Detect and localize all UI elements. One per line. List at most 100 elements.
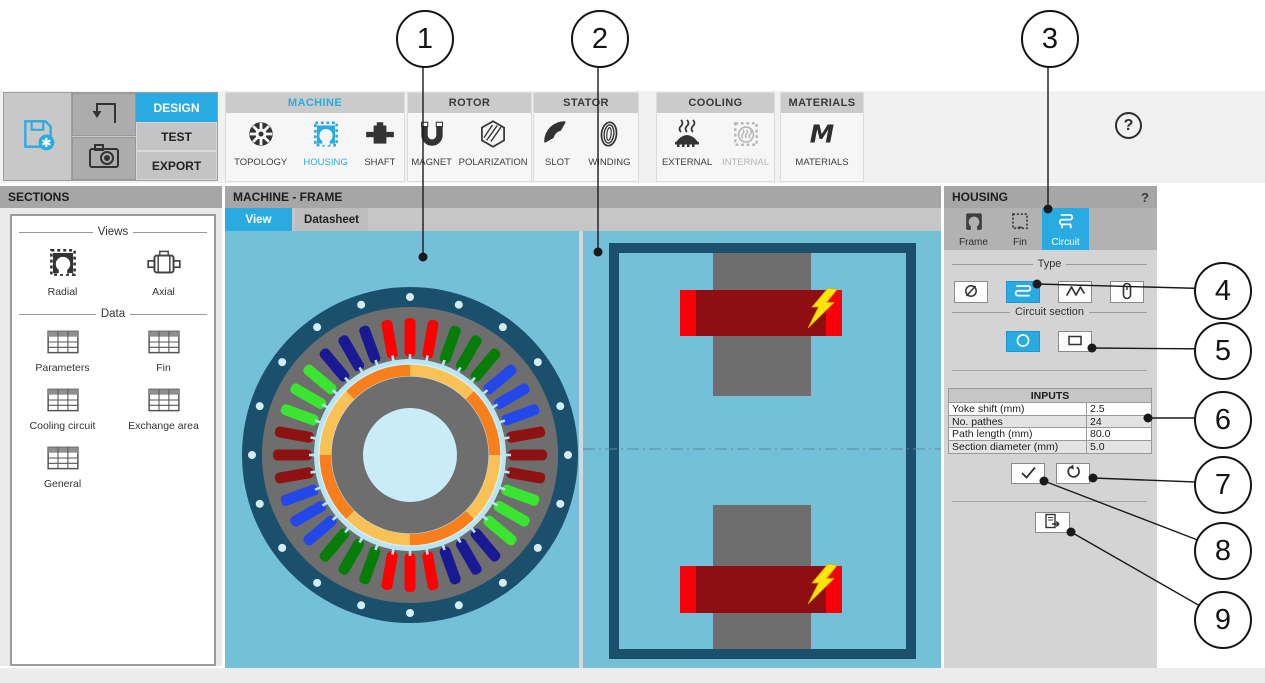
sidebar-item-label: General (43, 478, 82, 490)
ribbon-item-topology[interactable]: TOPOLOGY (234, 118, 287, 168)
table-icon (147, 328, 181, 359)
undo-button[interactable] (72, 93, 136, 136)
no-pathes-value[interactable]: 24 (1086, 416, 1151, 428)
tab-design[interactable]: DESIGN (136, 93, 217, 122)
section-rectangle-button[interactable] (1058, 331, 1092, 352)
sidebar-item-general[interactable]: General (12, 444, 113, 490)
sidebar-item-label: Radial (47, 286, 78, 298)
ribbon-item-external-cooling[interactable]: EXTERNAL (662, 118, 712, 168)
sidebar-item-parameters[interactable]: Parameters (12, 328, 113, 374)
ribbon-item-label: TOPOLOGY (234, 157, 288, 168)
ribbon-item-slot[interactable]: SLOT (541, 118, 573, 168)
tab-label: Frame (959, 236, 988, 248)
ribbon-group-title: MACHINE (226, 93, 404, 113)
apply-button[interactable] (1011, 463, 1045, 484)
section-circle-button[interactable] (1006, 331, 1040, 352)
housing-panel-header: HOUSING ? (944, 186, 1157, 208)
table-row: Path length (mm) 80.0 (948, 428, 1152, 442)
ribbon-group-title: MATERIALS (781, 93, 863, 113)
tab-datasheet[interactable]: Datasheet (295, 208, 368, 231)
ribbon-group-stator: STATOR SLOT WINDING (533, 92, 639, 182)
views-group-header: Views (19, 226, 207, 238)
export-report-button[interactable] (1035, 512, 1070, 533)
row-label: Yoke shift (mm) (952, 402, 1025, 415)
machine-canvas (225, 231, 941, 668)
circuit-type-none-button[interactable] (954, 281, 988, 303)
ribbon-item-magnet[interactable]: MAGNET (411, 118, 452, 168)
topology-icon (245, 118, 277, 155)
tab-circuit[interactable]: Circuit (1042, 208, 1089, 250)
radial-view-icon (45, 246, 81, 283)
rectangle-section-icon (1067, 333, 1083, 351)
inputs-table: INPUTS Yoke shift (mm) 2.5 No. pathes 24… (948, 388, 1152, 454)
housing-title: HOUSING (952, 190, 1009, 204)
external-cooling-icon (671, 118, 703, 155)
section-diameter-value[interactable]: 5.0 (1086, 441, 1151, 453)
radial-view-canvas (225, 231, 579, 668)
row-label: No. pathes (952, 415, 1003, 428)
housing-help-button[interactable]: ? (1141, 190, 1149, 205)
reset-icon (1065, 464, 1082, 483)
table-icon (46, 444, 80, 475)
circuit-section-group-label: Circuit section (952, 306, 1148, 318)
tab-fin[interactable]: Fin (999, 208, 1041, 250)
tab-frame[interactable]: Frame (950, 208, 997, 250)
sidebar-item-label: Axial (152, 286, 175, 298)
callout-1: 1 (396, 10, 454, 68)
shaft-icon (364, 118, 396, 155)
path-length-value[interactable]: 80.0 (1086, 428, 1151, 440)
ribbon-item-materials[interactable]: M MATERIALS (795, 118, 848, 168)
sections-title: SECTIONS (8, 190, 70, 204)
slot-icon (541, 118, 573, 155)
callout-7: 7 (1194, 456, 1252, 514)
callout-4: 4 (1194, 262, 1252, 320)
ribbon-item-shaft[interactable]: SHAFT (364, 118, 396, 168)
ribbon-group-rotor: ROTOR MAGNET POLARIZATION (407, 92, 532, 182)
circuit-type-wave-button[interactable] (1058, 281, 1092, 303)
svg-text:M: M (810, 120, 834, 149)
sidebar-item-fin[interactable]: Fin (113, 328, 214, 374)
circuit-type-serpentine-button[interactable] (1006, 281, 1040, 303)
check-icon (1018, 465, 1038, 483)
camera-icon (87, 141, 121, 176)
sidebar-item-axial[interactable]: Axial (113, 246, 214, 298)
sections-panel-header: SECTIONS (0, 186, 222, 208)
housing-properties-panel: Frame Fin Circuit Type Circuit section I… (944, 208, 1157, 668)
sidebar-item-label: Cooling circuit (29, 420, 96, 432)
table-icon (46, 328, 80, 359)
sidebar-item-radial[interactable]: Radial (12, 246, 113, 298)
ribbon-item-housing[interactable]: HOUSING (303, 118, 348, 168)
circuit-type-axial-button[interactable] (1110, 281, 1144, 303)
callout-8: 8 (1194, 522, 1252, 580)
ribbon-item-internal-cooling[interactable]: INTERNAL (722, 118, 769, 168)
callout-9: 9 (1194, 591, 1252, 649)
separator (952, 370, 1147, 371)
inputs-table-header: INPUTS (948, 388, 1152, 403)
ribbon-item-label: EXTERNAL (661, 157, 713, 168)
table-row: Yoke shift (mm) 2.5 (948, 403, 1152, 416)
tab-view[interactable]: View (225, 208, 292, 231)
data-group-header: Data (19, 308, 208, 320)
sidebar-item-cooling-circuit[interactable]: Cooling circuit (12, 386, 113, 432)
frame-icon (962, 211, 986, 236)
save-button[interactable]: ✱ (4, 93, 72, 180)
separator (952, 501, 1147, 502)
table-row: No. pathes 24 (948, 416, 1152, 429)
ribbon: ✱ DESIGN TEST EXPORT MACHINE TOPOLOGY HO… (0, 91, 1265, 183)
ribbon-group-materials: MATERIALS M MATERIALS (780, 92, 864, 182)
tab-export[interactable]: EXPORT (136, 151, 217, 180)
winding-icon (593, 118, 625, 155)
table-row: Section diameter (mm) 5.0 (948, 441, 1152, 454)
ribbon-item-polarization[interactable]: POLARIZATION (459, 118, 528, 168)
ribbon-item-winding[interactable]: WINDING (588, 118, 631, 168)
tab-test[interactable]: TEST (136, 122, 217, 151)
reset-button[interactable] (1056, 463, 1090, 484)
yoke-shift-value[interactable]: 2.5 (1086, 403, 1151, 415)
ribbon-group-title: STATOR (534, 93, 638, 113)
sidebar-item-exchange-area[interactable]: Exchange area (113, 386, 214, 432)
polarization-icon (477, 118, 509, 155)
screenshot-button[interactable] (72, 137, 136, 180)
callout-6: 6 (1194, 391, 1252, 449)
sidebar-item-label: Fin (156, 362, 171, 374)
help-button[interactable]: ? (1115, 112, 1142, 139)
